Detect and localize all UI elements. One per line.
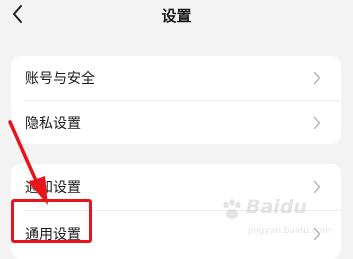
chevron-right-icon xyxy=(313,71,321,85)
settings-item-label: 通知设置 xyxy=(25,180,81,196)
top-bar: 设置 xyxy=(0,0,353,30)
page-title: 设置 xyxy=(161,7,192,25)
settings-item-label: 账号与安全 xyxy=(25,71,95,87)
chevron-right-icon xyxy=(313,227,321,241)
chevron-right-icon xyxy=(313,116,321,130)
settings-item-account-security[interactable]: 账号与安全 xyxy=(11,56,341,100)
settings-item-privacy[interactable]: 隐私设置 xyxy=(11,101,341,144)
settings-item-label: 隐私设置 xyxy=(25,116,81,132)
settings-group-account: 账号与安全 隐私设置 xyxy=(11,56,341,144)
chevron-right-icon xyxy=(313,180,321,194)
highlight-box xyxy=(11,199,92,243)
